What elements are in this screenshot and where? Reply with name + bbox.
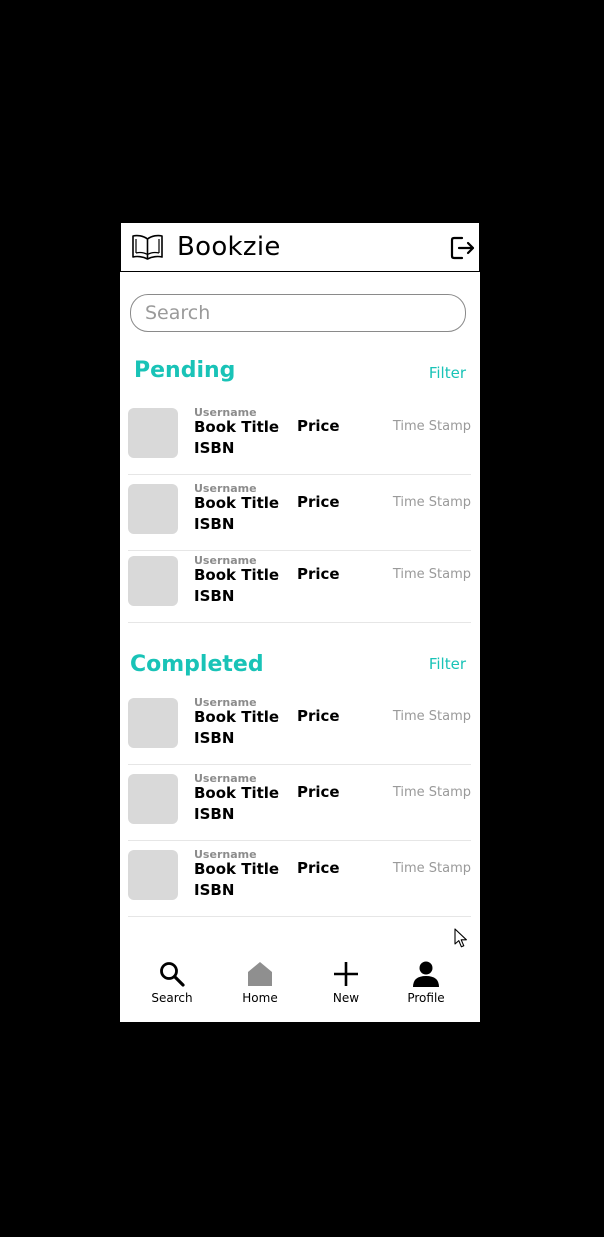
row-price: Price <box>297 783 340 801</box>
row-price: Price <box>297 417 340 435</box>
book-thumbnail <box>128 698 178 748</box>
row-isbn: ISBN <box>194 587 235 605</box>
book-thumbnail <box>128 774 178 824</box>
nav-label-home: Home <box>242 991 278 1005</box>
nav-item-search[interactable]: Search <box>137 960 207 1010</box>
row-isbn: ISBN <box>194 515 235 533</box>
section-title-pending: Pending <box>134 358 236 383</box>
row-price: Price <box>297 493 340 511</box>
row-book-title: Book Title <box>194 708 280 726</box>
pending-order-row[interactable]: Username Book Title ISBN Price Time Stam… <box>128 478 471 551</box>
book-thumbnail <box>128 484 178 534</box>
book-thumbnail <box>128 408 178 458</box>
book-thumbnail <box>128 556 178 606</box>
row-timestamp: Time Stamp <box>392 419 471 434</box>
nav-item-profile[interactable]: Profile <box>391 960 461 1010</box>
row-isbn: ISBN <box>194 805 235 823</box>
mouse-pointer-icon <box>454 928 467 948</box>
app-title: Bookzie <box>177 232 281 262</box>
pending-filter-link[interactable]: Filter <box>429 363 466 383</box>
row-isbn: ISBN <box>194 881 235 899</box>
row-price: Price <box>297 859 340 877</box>
row-book-title: Book Title <box>194 566 280 584</box>
pending-order-row[interactable]: Username Book Title ISBN Price Time Stam… <box>128 402 471 475</box>
nav-label-profile: Profile <box>407 991 445 1005</box>
nav-item-new[interactable]: New <box>311 960 381 1010</box>
bottom-nav-bar: Search Home New Profile <box>120 952 480 1022</box>
search-bar <box>130 294 466 332</box>
person-icon <box>413 961 439 987</box>
search-input[interactable] <box>145 299 445 327</box>
pending-order-row[interactable]: Username Book Title ISBN Price Time Stam… <box>128 550 471 623</box>
row-timestamp: Time Stamp <box>392 495 471 510</box>
row-book-title: Book Title <box>194 418 280 436</box>
row-book-title: Book Title <box>194 494 280 512</box>
home-icon <box>248 962 272 986</box>
row-timestamp: Time Stamp <box>392 785 471 800</box>
section-title-completed: Completed <box>130 652 264 677</box>
nav-label-search: Search <box>151 991 193 1005</box>
row-isbn: ISBN <box>194 729 235 747</box>
row-timestamp: Time Stamp <box>392 709 471 724</box>
row-timestamp: Time Stamp <box>392 861 471 876</box>
logout-icon[interactable] <box>449 235 475 261</box>
plus-icon <box>334 962 358 986</box>
open-book-icon <box>132 234 163 260</box>
row-price: Price <box>297 565 340 583</box>
app-header: Bookzie <box>120 222 480 272</box>
row-book-title: Book Title <box>194 860 280 878</box>
row-book-title: Book Title <box>194 784 280 802</box>
completed-order-row[interactable]: Username Book Title ISBN Price Time Stam… <box>128 768 471 841</box>
book-thumbnail <box>128 850 178 900</box>
search-icon <box>160 962 185 987</box>
nav-item-home[interactable]: Home <box>225 960 295 1010</box>
nav-label-new: New <box>332 991 360 1005</box>
row-timestamp: Time Stamp <box>392 567 471 582</box>
app-screen: Bookzie Pending Filter Username Book Tit… <box>120 222 480 1022</box>
row-price: Price <box>297 707 340 725</box>
completed-order-row[interactable]: Username Book Title ISBN Price Time Stam… <box>128 844 471 917</box>
completed-order-row[interactable]: Username Book Title ISBN Price Time Stam… <box>128 692 471 765</box>
row-isbn: ISBN <box>194 439 235 457</box>
completed-filter-link[interactable]: Filter <box>429 654 466 674</box>
